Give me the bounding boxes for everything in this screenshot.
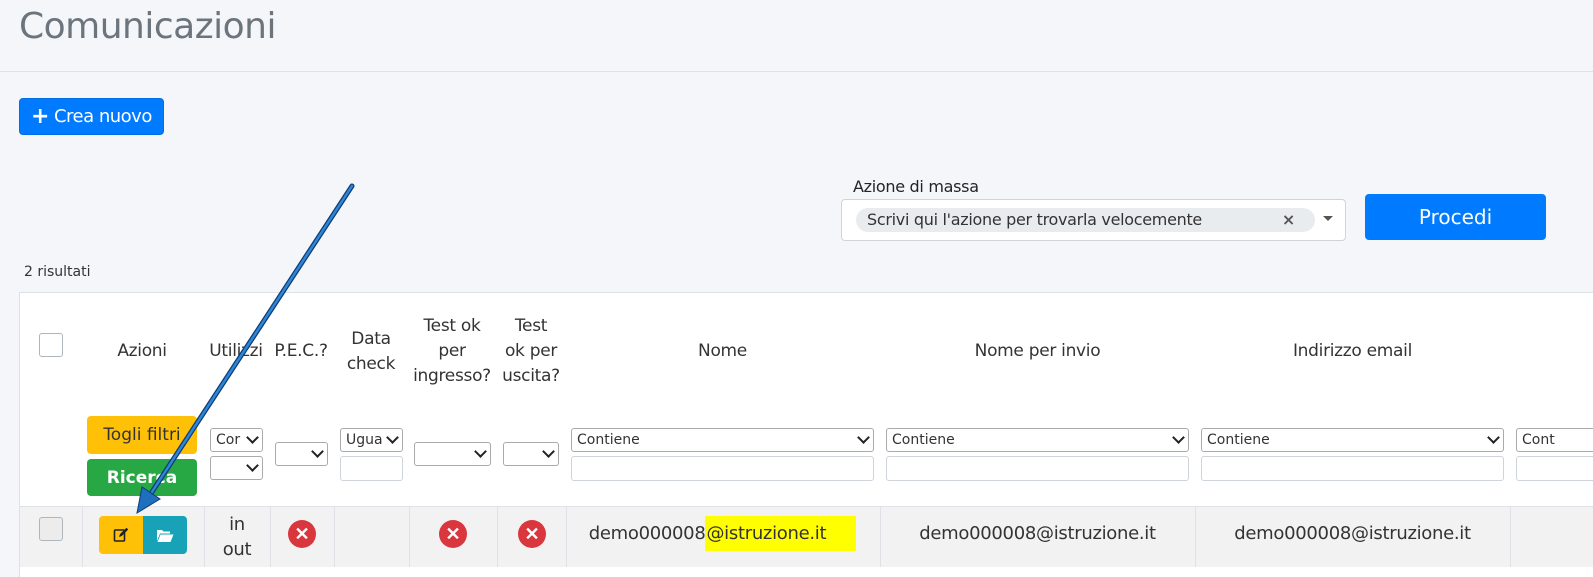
- utilizzi-in: in: [229, 514, 245, 535]
- col-header-test-in-line1: Test ok: [423, 316, 481, 336]
- plus-icon: +: [31, 103, 49, 129]
- nome-invio-cell: demo000008@istruzione.it: [919, 523, 1156, 544]
- mass-action-placeholder: Scrivi qui l'azione per trovarla velocem…: [867, 210, 1202, 229]
- chevron-down-icon: [1487, 431, 1500, 444]
- utilizzi-cell: in out: [206, 512, 268, 562]
- col-header-test-out-line1: Test: [514, 316, 548, 336]
- chevron-down-icon: [542, 445, 555, 458]
- results-count: 2 risultati: [24, 264, 91, 280]
- chevron-down-icon: [1172, 431, 1185, 444]
- email-cell: demo000008@istruzione.it: [1234, 523, 1471, 544]
- pec-status-icon: ✕: [288, 520, 316, 548]
- test-uscita-status-icon: ✕: [518, 520, 546, 548]
- col-header-azioni[interactable]: Azioni: [82, 342, 202, 361]
- clear-icon[interactable]: ×: [1282, 208, 1295, 232]
- col-header-test-out-line3: uscita?: [502, 366, 560, 386]
- nome-invio-operator-value: Contiene: [892, 432, 955, 448]
- edit-icon: [113, 527, 129, 542]
- folder-open-icon: [157, 529, 174, 542]
- select-all-checkbox[interactable]: [39, 333, 63, 357]
- row-checkbox[interactable]: [39, 517, 63, 541]
- col-header-data-check-line2: check: [346, 354, 396, 374]
- utilizzi-operator-value: Cor: [216, 432, 241, 448]
- nome-prefix: demo000008: [588, 523, 706, 544]
- nome-highlight: @istruzione.it: [705, 516, 857, 551]
- nome-invio-filter-input[interactable]: [886, 456, 1189, 481]
- create-new-label: Crea nuovo: [53, 106, 152, 127]
- extra-filter-operator[interactable]: Cont: [1516, 428, 1593, 452]
- utilizzi-filter-operator[interactable]: Cor: [210, 428, 263, 452]
- test-uscita-filter-select[interactable]: [503, 442, 559, 466]
- page-title: Comunicazioni: [19, 6, 276, 47]
- email-filter-operator[interactable]: Contiene: [1201, 428, 1504, 452]
- caret-down-icon[interactable]: [1323, 216, 1333, 221]
- data-check-filter-input[interactable]: [340, 456, 403, 481]
- chevron-down-icon: [386, 431, 399, 444]
- mass-action-chip[interactable]: Scrivi qui l'azione per trovarla velocem…: [856, 208, 1315, 232]
- col-header-indirizzo-email[interactable]: Indirizzo email: [1201, 342, 1504, 361]
- chevron-down-icon: [246, 459, 259, 472]
- email-filter-input[interactable]: [1201, 456, 1504, 481]
- nome-filter-operator[interactable]: Contiene: [571, 428, 874, 452]
- test-ingresso-status-icon: ✕: [439, 520, 467, 548]
- nome-cell: demo000008@istruzione.it: [571, 516, 874, 551]
- nome-filter-input[interactable]: [571, 456, 874, 481]
- email-operator-value: Contiene: [1207, 432, 1270, 448]
- col-header-data-check-line1: Data: [351, 329, 391, 349]
- utilizzi-filter-value[interactable]: [210, 456, 263, 480]
- col-header-utilizzi[interactable]: Utilizzi: [206, 342, 266, 361]
- col-header-nome[interactable]: Nome: [571, 342, 874, 361]
- chevron-down-icon: [311, 445, 324, 458]
- data-table: Azioni Utilizzi P.E.C.? Data check Test …: [19, 292, 1593, 577]
- edit-button[interactable]: [99, 516, 143, 554]
- mass-action-label: Azione di massa: [853, 177, 979, 196]
- nome-invio-filter-operator[interactable]: Contiene: [886, 428, 1189, 452]
- search-button[interactable]: Ricerca: [87, 459, 197, 496]
- col-header-test-in-line3: ingresso?: [413, 366, 491, 386]
- chevron-down-icon: [474, 445, 487, 458]
- data-check-filter-operator[interactable]: Ugua: [340, 428, 403, 452]
- data-check-operator-value: Ugua: [346, 432, 383, 448]
- test-ingresso-filter-select[interactable]: [414, 442, 491, 466]
- col-header-test-out-line2: ok per: [504, 341, 558, 361]
- table-row[interactable]: in out ✕ ✕ ✕ demo000008@istruzione.it de…: [20, 506, 1593, 567]
- utilizzi-out: out: [222, 539, 252, 560]
- create-new-button[interactable]: + Crea nuovo: [19, 98, 164, 135]
- open-folder-button[interactable]: [143, 516, 187, 554]
- extra-operator-value: Cont: [1522, 432, 1555, 448]
- col-header-test-in-line2: per: [438, 341, 466, 361]
- pec-filter-select[interactable]: [275, 442, 328, 466]
- proceed-button[interactable]: Procedi: [1365, 194, 1546, 240]
- extra-filter-input[interactable]: [1516, 456, 1593, 481]
- col-header-nome-invio[interactable]: Nome per invio: [886, 342, 1189, 361]
- page-header: Comunicazioni: [0, 0, 1593, 72]
- chevron-down-icon: [246, 431, 259, 444]
- clear-filters-button[interactable]: Togli filtri: [87, 416, 197, 454]
- col-header-pec[interactable]: P.E.C.?: [270, 342, 332, 361]
- nome-operator-value: Contiene: [577, 432, 640, 448]
- chevron-down-icon: [857, 431, 870, 444]
- mass-action-select[interactable]: Scrivi qui l'azione per trovarla velocem…: [841, 199, 1346, 241]
